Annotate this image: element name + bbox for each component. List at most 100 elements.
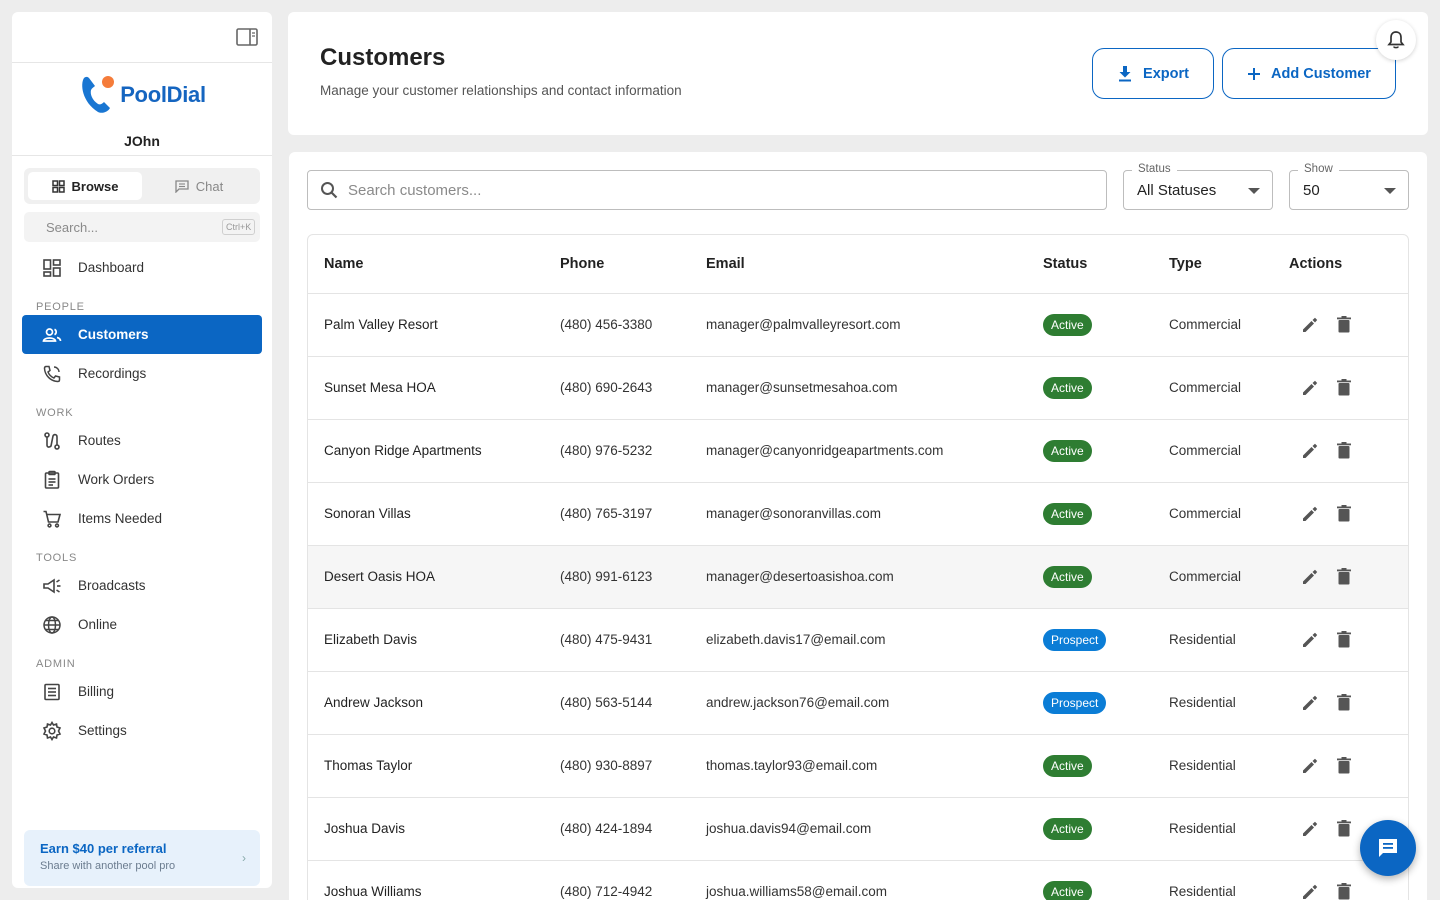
table-row[interactable]: Joshua Williams (480) 712-4942 joshua.will… (308, 860, 1408, 900)
sidebar-search: Ctrl+K (24, 212, 260, 242)
browse-tab[interactable]: Browse (28, 172, 142, 200)
customer-name: Palm Valley Resort (308, 293, 544, 357)
sidebar-item-settings[interactable]: Settings (22, 711, 262, 750)
edit-icon[interactable] (1299, 755, 1321, 777)
customer-phone: (480) 475-9431 (544, 608, 690, 672)
table-row[interactable]: Palm Valley Resort (480) 456-3380 manager@… (308, 293, 1408, 357)
add-customer-button-label: Add Customer (1271, 65, 1371, 82)
search-shortcut: Ctrl+K (222, 219, 256, 235)
row-actions (1283, 734, 1408, 798)
customer-email: elizabeth.davis17@email.com (690, 608, 1027, 672)
sidebar-item-work-orders[interactable]: Work Orders (22, 460, 262, 499)
delete-icon[interactable] (1333, 502, 1355, 524)
pooldial-logo[interactable]: PoolDial (78, 74, 206, 116)
edit-icon[interactable] (1299, 377, 1321, 399)
customer-status: Active (1027, 734, 1153, 798)
referral-subtitle: Share with another pool pro (40, 860, 176, 872)
edit-icon[interactable] (1299, 818, 1321, 840)
table-row[interactable]: Elizabeth Davis (480) 475-9431 elizabeth.d… (308, 608, 1408, 672)
row-actions (1283, 671, 1408, 735)
table-row[interactable]: Andrew Jackson (480) 563-5144 andrew.jacks… (308, 671, 1408, 735)
sidebar-item-online[interactable]: Online (22, 605, 262, 644)
gear-icon (42, 720, 62, 741)
chat-tab-label: Chat (195, 178, 224, 194)
sidebar-item-billing[interactable]: Billing (22, 672, 262, 711)
sidebar-search-input[interactable] (46, 219, 222, 235)
grid-icon (51, 179, 65, 193)
list-icon (44, 683, 60, 700)
status-select[interactable]: Status All Statuses (1123, 163, 1273, 210)
customer-status: Active (1027, 545, 1153, 609)
export-button[interactable]: Export (1092, 48, 1214, 99)
column-header-actions: Actions (1283, 235, 1408, 294)
collapse-sidebar-icon[interactable] (236, 28, 258, 46)
edit-icon[interactable] (1299, 881, 1321, 900)
page-size-select[interactable]: Show 50 (1289, 163, 1409, 210)
row-actions (1283, 419, 1408, 483)
edit-icon[interactable] (1299, 440, 1321, 462)
globe-icon (43, 615, 61, 634)
chevron-right-icon: › (242, 851, 246, 865)
customer-type: Residential (1153, 797, 1283, 861)
sidebar-item-broadcasts[interactable]: Broadcasts (22, 566, 262, 605)
customer-email: manager@desertoasishoa.com (690, 545, 1027, 609)
table-row[interactable]: Desert Oasis HOA (480) 991-6123 manager@de… (308, 545, 1408, 609)
customer-status: Active (1027, 797, 1153, 861)
section-label-people: PEOPLE (36, 301, 85, 313)
sidebar-item-label: Billing (78, 684, 115, 699)
column-header-status[interactable]: Status (1027, 235, 1153, 294)
sidebar-item-label: Routes (78, 433, 121, 448)
customer-email: joshua.davis94@email.com (690, 797, 1027, 861)
route-icon (44, 431, 60, 450)
table-row[interactable]: Canyon Ridge Apartments (480) 976-5232 man… (308, 419, 1408, 483)
sidebar-item-recordings[interactable]: Recordings (22, 354, 262, 393)
edit-icon[interactable] (1299, 566, 1321, 588)
delete-icon[interactable] (1333, 754, 1355, 776)
chat-tab[interactable]: Chat (142, 172, 256, 200)
sidebar-item-dashboard[interactable]: Dashboard (22, 248, 262, 287)
cart-icon (43, 510, 62, 528)
column-header-phone[interactable]: Phone (544, 235, 690, 294)
customer-type: Residential (1153, 608, 1283, 672)
delete-icon[interactable] (1333, 817, 1355, 839)
table-row[interactable]: Thomas Taylor (480) 930-8897 thomas.taylor… (308, 734, 1408, 798)
customer-name: Thomas Taylor (308, 734, 544, 798)
customer-type: Commercial (1153, 356, 1283, 420)
customer-type: Commercial (1153, 293, 1283, 357)
edit-icon[interactable] (1299, 629, 1321, 651)
sidebar-item-customers[interactable]: Customers (22, 315, 262, 354)
brand: PoolDial JOhn (12, 63, 272, 156)
section-label-work: WORK (36, 407, 74, 419)
referral-banner[interactable]: Earn $40 per referral Share with another… (24, 830, 260, 886)
section-label-admin: ADMIN (36, 658, 76, 670)
caret-down-icon (1384, 188, 1396, 194)
table-row[interactable]: Joshua Davis (480) 424-1894 joshua.davis94… (308, 797, 1408, 861)
table-body: Palm Valley Resort (480) 456-3380 manager@… (308, 293, 1408, 900)
delete-icon[interactable] (1333, 565, 1355, 587)
column-header-name[interactable]: Name (308, 235, 544, 294)
people-icon (42, 327, 62, 342)
edit-icon[interactable] (1299, 503, 1321, 525)
column-header-email[interactable]: Email (690, 235, 1027, 294)
sidebar-item-items-needed[interactable]: Items Needed (22, 499, 262, 538)
edit-icon[interactable] (1299, 692, 1321, 714)
page-size-select-label: Show (1298, 163, 1339, 175)
delete-icon[interactable] (1333, 313, 1355, 335)
chat-support-button[interactable] (1360, 820, 1416, 876)
customer-search-input[interactable] (348, 181, 1106, 199)
notifications-button[interactable] (1376, 20, 1416, 60)
table-row[interactable]: Sonoran Villas (480) 765-3197 manager@sono… (308, 482, 1408, 546)
delete-icon[interactable] (1333, 439, 1355, 461)
edit-icon[interactable] (1299, 314, 1321, 336)
add-customer-button[interactable]: Add Customer (1222, 48, 1396, 99)
sidebar-item-label: Work Orders (78, 472, 155, 487)
delete-icon[interactable] (1333, 880, 1355, 900)
delete-icon[interactable] (1333, 376, 1355, 398)
sidebar-item-label: Customers (78, 327, 149, 342)
sidebar-item-routes[interactable]: Routes (22, 421, 262, 460)
customer-phone: (480) 563-5144 (544, 671, 690, 735)
column-header-type[interactable]: Type (1153, 235, 1283, 294)
table-row[interactable]: Sunset Mesa HOA (480) 690-2643 manager@sun… (308, 356, 1408, 420)
delete-icon[interactable] (1333, 628, 1355, 650)
delete-icon[interactable] (1333, 691, 1355, 713)
